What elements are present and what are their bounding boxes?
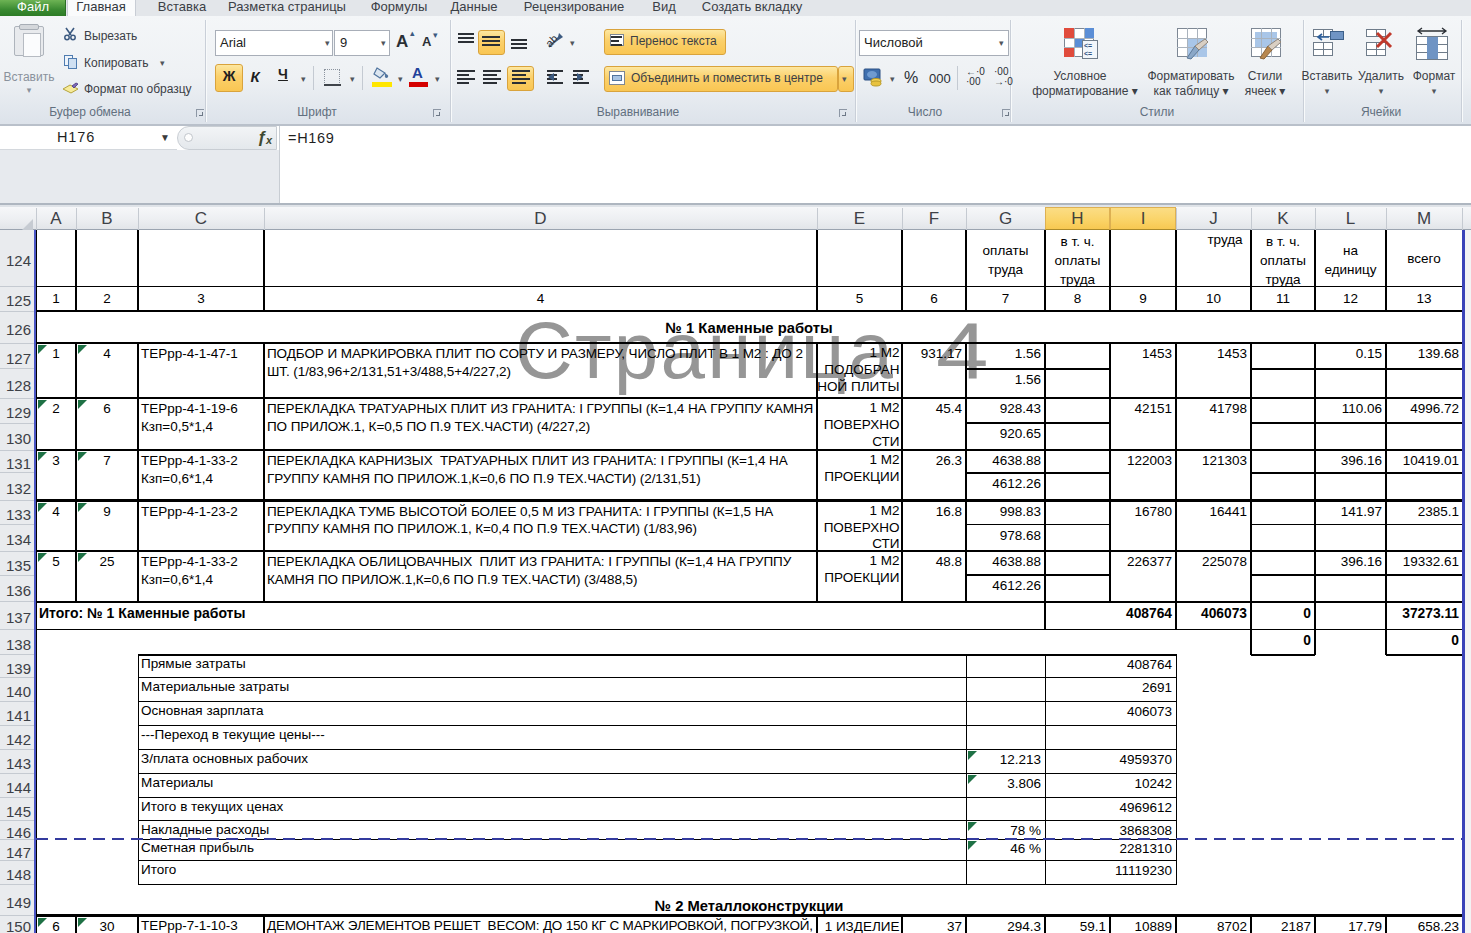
- svg-text:ab: ab: [546, 32, 560, 49]
